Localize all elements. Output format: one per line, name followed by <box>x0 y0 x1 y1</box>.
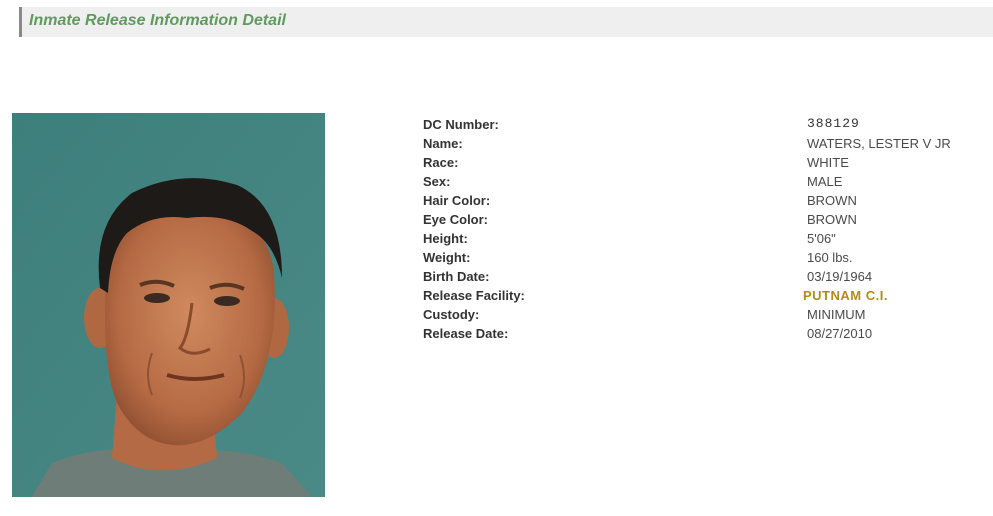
row-hair-color: Hair Color: BROWN <box>0 193 993 212</box>
row-custody: Custody: MINIMUM <box>0 307 993 326</box>
release-facility-link[interactable]: PUTNAM C.I. <box>803 288 888 303</box>
birth-date-label: Birth Date: <box>423 269 490 284</box>
release-facility-label: Release Facility: <box>423 288 525 303</box>
release-date-label: Release Date: <box>423 326 509 341</box>
row-eye-color: Eye Color: BROWN <box>0 212 993 231</box>
dc-number-label: DC Number: <box>423 117 499 132</box>
hair-color-label: Hair Color: <box>423 193 491 208</box>
race-label: Race: <box>423 155 459 170</box>
hair-color-value: BROWN <box>807 193 857 208</box>
height-value: 5'06" <box>807 231 836 246</box>
weight-value: 160 lbs. <box>807 250 853 265</box>
name-value: WATERS, LESTER V JR <box>807 136 951 151</box>
row-name: Name: WATERS, LESTER V JR <box>0 136 993 155</box>
row-birth-date: Birth Date: 03/19/1964 <box>0 269 993 288</box>
row-release-date: Release Date: 08/27/2010 <box>0 326 993 345</box>
birth-date-value: 03/19/1964 <box>807 269 873 284</box>
release-date-value: 08/27/2010 <box>807 326 873 341</box>
custody-label: Custody: <box>423 307 480 322</box>
sex-label: Sex: <box>423 174 451 189</box>
eye-color-label: Eye Color: <box>423 212 489 227</box>
row-height: Height: 5'06" <box>0 231 993 250</box>
row-dc-number: DC Number: 388129 <box>0 116 993 136</box>
row-sex: Sex: MALE <box>0 174 993 193</box>
row-race: Race: WHITE <box>0 155 993 174</box>
weight-label: Weight: <box>423 250 471 265</box>
row-weight: Weight: 160 lbs. <box>0 250 993 269</box>
custody-value: MINIMUM <box>807 307 866 322</box>
sex-value: MALE <box>807 174 843 189</box>
height-label: Height: <box>423 231 468 246</box>
name-label: Name: <box>423 136 463 151</box>
race-value: WHITE <box>807 155 849 170</box>
eye-color-value: BROWN <box>807 212 857 227</box>
dc-number-value: 388129 <box>807 116 860 131</box>
row-release-facility: Release Facility: PUTNAM C.I. <box>0 288 993 307</box>
inmate-details: DC Number: 388129 Name: WATERS, LESTER V… <box>0 0 993 516</box>
